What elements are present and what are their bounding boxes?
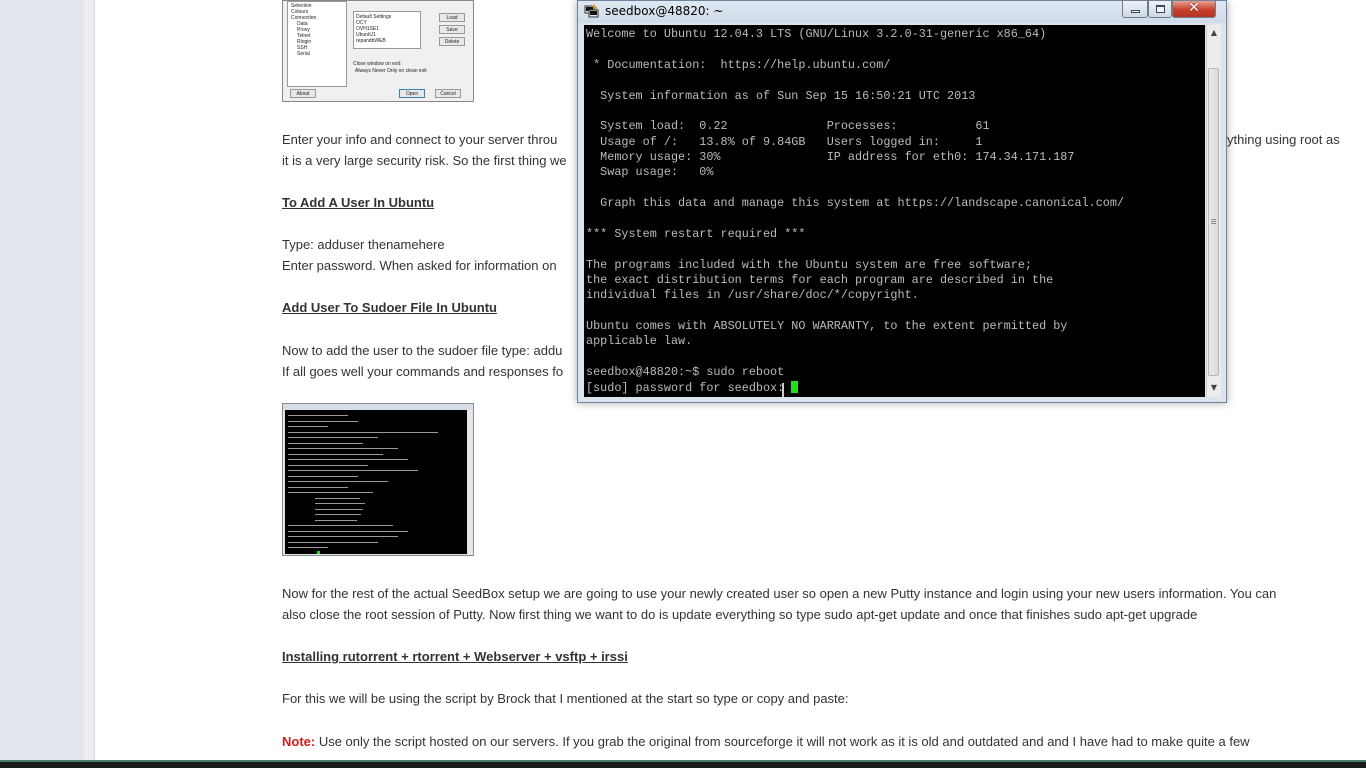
thumb-text-line xyxy=(315,508,363,510)
thumb-text-line xyxy=(288,536,398,537)
cancel-button: Cancel xyxy=(435,89,461,98)
seedbox-paragraph-line-2: also close the root session of Putty. No… xyxy=(282,607,1198,622)
connect-paragraph-line-2: it is a very large security risk. So the… xyxy=(282,153,567,168)
thumb-text-line xyxy=(288,420,358,422)
thumb-text-line xyxy=(315,497,360,499)
putty-config-screenshot[interactable]: Selection Colours Connection Data Proxy … xyxy=(282,0,474,102)
taskbar-edge xyxy=(0,760,1366,762)
scroll-down-arrow-icon[interactable]: ▼ xyxy=(1207,380,1221,396)
terminal-prompt-text: [sudo] password for seedbox: xyxy=(586,381,792,395)
taskbar xyxy=(0,760,1366,768)
delete-button: Delete xyxy=(439,37,465,46)
note-paragraph: Note: Use only the script hosted on our … xyxy=(282,731,1250,752)
putty-titlebar[interactable]: seedbox@48820: ~ ✕ xyxy=(578,0,1226,23)
thumb-text-line xyxy=(288,459,408,460)
thumb-screen xyxy=(285,410,467,554)
script-paragraph: For this we will be using the script by … xyxy=(282,691,849,706)
open-button: Open xyxy=(399,89,425,98)
thumb-text-line xyxy=(288,525,393,526)
thumb-text-line xyxy=(288,415,348,416)
terminal-scrollbar[interactable]: ▲ ▼ xyxy=(1206,25,1221,397)
terminal-line: Graph this data and manage this system a… xyxy=(586,196,1125,210)
page-gutter xyxy=(84,0,95,768)
terminal-line: Swap usage: 0% xyxy=(586,165,714,179)
scrollbar-thumb[interactable] xyxy=(1208,68,1219,376)
thumb-text-line xyxy=(288,470,418,471)
minimize-button[interactable] xyxy=(1122,1,1148,18)
connect-paragraph-line-1: Enter your info and connect to your serv… xyxy=(282,132,558,147)
session-item: repandbWEB xyxy=(356,38,386,44)
close-button[interactable]: ✕ xyxy=(1172,0,1216,18)
grip-line xyxy=(1211,221,1216,222)
connect-paragraph-line-1-end: ything using root as xyxy=(1227,132,1340,147)
thumb-text-line xyxy=(288,453,383,455)
terminal-line: Usage of /: 13.8% of 9.84GB Users logged… xyxy=(586,135,983,149)
terminal-line: *** System restart required *** xyxy=(586,227,806,241)
thumb-text-line xyxy=(288,547,328,548)
thumb-text-line xyxy=(288,437,378,438)
terminal-line: System information as of Sun Sep 15 16:5… xyxy=(586,89,976,103)
save-button: Save xyxy=(439,25,465,34)
putty-window-title: seedbox@48820: ~ xyxy=(605,4,724,18)
thumb-text-line xyxy=(315,514,361,515)
sudoer-instruction-line-2: If all goes well your commands and respo… xyxy=(282,364,564,379)
thumb-text-line xyxy=(288,475,358,477)
config-category-tree: Selection Colours Connection Data Proxy … xyxy=(287,1,347,87)
page-background-left xyxy=(0,0,84,768)
terminal-line: The programs included with the Ubuntu sy… xyxy=(586,258,1032,272)
terminal-line: applicable law. xyxy=(586,334,693,348)
terminal-line: individual files in /usr/share/doc/*/cop… xyxy=(586,288,919,302)
close-window-label: Close window on exit: xyxy=(353,61,402,67)
thumb-text-line xyxy=(288,431,438,433)
heading-add-user[interactable]: To Add A User In Ubuntu xyxy=(282,192,434,213)
terminal-line: Welcome to Ubuntu 12.04.3 LTS (GNU/Linux… xyxy=(586,27,1047,41)
grip-line xyxy=(1211,223,1216,224)
thumb-text-line xyxy=(288,541,378,543)
putty-window[interactable]: seedbox@48820: ~ ✕ Welcome to Ubuntu 12.… xyxy=(577,0,1227,403)
thumb-text-line xyxy=(288,426,328,427)
terminal-line: Memory usage: 30% IP address for eth0: 1… xyxy=(586,150,1075,164)
thumb-text-line xyxy=(315,519,357,521)
about-button: About xyxy=(290,89,316,98)
terminal-prompt-line: [sudo] password for seedbox: xyxy=(586,381,799,396)
thumb-text-line xyxy=(288,481,388,482)
heading-install[interactable]: Installing rutorrent + rtorrent + Webser… xyxy=(282,646,628,667)
grip-line xyxy=(1211,219,1216,220)
thumb-text-line xyxy=(288,442,363,444)
seedbox-paragraph-line-1: Now for the rest of the actual SeedBox s… xyxy=(282,586,1277,601)
terminal-line: * Documentation: https://help.ubuntu.com… xyxy=(586,58,891,72)
thumb-cursor xyxy=(317,551,320,554)
putty-terminal-screenshot[interactable] xyxy=(282,403,474,556)
maximize-button[interactable] xyxy=(1148,1,1172,18)
thumb-text-line xyxy=(288,530,408,532)
maximize-icon xyxy=(1156,5,1165,13)
mouse-ibeam-cursor-icon xyxy=(782,383,784,397)
saved-sessions-list: Default Settings OCY OVH1SE1 UbuntU1 rep… xyxy=(353,11,421,49)
adduser-instruction: Type: adduser thenamehere xyxy=(282,237,445,252)
thumb-text-line xyxy=(288,486,348,488)
password-instruction: Enter password. When asked for informati… xyxy=(282,258,557,273)
thumb-text-line xyxy=(288,492,373,493)
thumb-text-line xyxy=(288,448,398,449)
terminal-screen[interactable]: Welcome to Ubuntu 12.04.3 LTS (GNU/Linux… xyxy=(584,25,1205,397)
terminal-cursor xyxy=(791,381,799,393)
terminal-line: the exact distribution terms for each pr… xyxy=(586,273,1054,287)
thumb-text-line xyxy=(288,464,368,466)
terminal-line: Ubuntu comes with ABSOLUTELY NO WARRANTY… xyxy=(586,319,1068,333)
sudoer-instruction-line-1: Now to add the user to the sudoer file t… xyxy=(282,343,563,358)
tree-item: Serial xyxy=(297,51,310,57)
minimize-icon xyxy=(1131,10,1140,13)
terminal-line: seedbox@48820:~$ sudo reboot xyxy=(586,365,785,379)
putty-app-icon xyxy=(584,4,599,18)
heading-sudoer[interactable]: Add User To Sudoer File In Ubuntu xyxy=(282,297,497,318)
thumb-text-line xyxy=(315,503,365,504)
thumb-scrollbar xyxy=(468,410,472,554)
close-icon: ✕ xyxy=(1188,0,1200,16)
terminal-line: System load: 0.22 Processes: 61 xyxy=(586,119,990,133)
note-text: Use only the script hosted on our server… xyxy=(315,734,1250,749)
note-label: Note: xyxy=(282,734,316,749)
scroll-up-arrow-icon[interactable]: ▲ xyxy=(1207,25,1221,41)
close-window-options: Always Never Only on clean exit xyxy=(355,68,427,74)
load-button: Load xyxy=(439,13,465,22)
